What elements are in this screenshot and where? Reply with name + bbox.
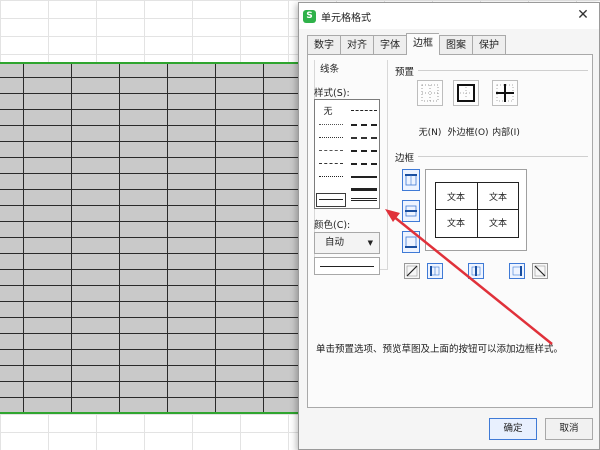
border-none-icon [421,84,439,102]
preset-outline-label: 外边框(O) [447,128,489,138]
cancel-button[interactable]: 取消 [545,418,593,440]
line-style-option[interactable] [319,163,343,164]
border-top-button[interactable] [402,169,420,191]
border-left-icon [430,266,440,276]
border-group-label: 边框 [395,153,415,164]
line-style-list[interactable]: 无 [314,99,380,209]
preview-cell-text: 文本 [488,193,507,203]
border-vertical-icon [471,266,481,276]
line-style-option[interactable] [351,198,377,201]
color-label: 颜色(C): [314,220,351,231]
border-right-icon [512,266,522,276]
border-tab-panel: 线条 样式(S): 无 颜色(C): 自动 ▼ 预置 无(N) 外边框(O) 内… [307,54,593,408]
border-middle-button[interactable] [402,200,420,222]
tab-pattern[interactable]: 图案 [439,35,472,55]
app-logo-icon: S [303,10,316,23]
tab-border[interactable]: 边框 [406,33,439,55]
border-outline-icon [457,84,475,102]
border-inside-icon [496,84,514,102]
selected-line-style[interactable] [316,193,346,207]
line-style-option[interactable] [319,137,343,138]
ok-button[interactable]: 确定 [489,418,537,440]
line-style-option[interactable] [351,110,377,111]
tab-font[interactable]: 字体 [373,35,406,55]
diagonal-down-icon [534,265,546,277]
dialog-titlebar[interactable]: S 单元格格式 ✕ [299,3,599,29]
border-bottom-icon [405,236,417,248]
preset-outline-button[interactable] [453,80,479,106]
line-style-option[interactable] [319,124,343,125]
diagonal-up-icon [406,265,418,277]
preview-cell-text: 文本 [488,219,507,229]
border-diagonal-up-button[interactable] [404,263,420,279]
line-style-option[interactable] [351,137,377,139]
dialog-title: 单元格格式 [321,13,371,24]
line-style-option[interactable] [351,124,377,126]
presets-group-label: 预置 [395,67,415,78]
line-style-label: 样式(S): [314,88,350,99]
hint-text: 单击预置选项、预览草图及上面的按钮可以添加边框样式。 [316,344,564,355]
border-diagonal-down-button[interactable] [532,263,548,279]
presets-divider [418,70,588,71]
line-style-option[interactable] [319,176,343,177]
preset-inside-label: 内部(I) [492,128,520,138]
preset-none-button[interactable] [417,80,443,106]
color-dropdown[interactable]: 自动 ▼ [314,232,380,254]
format-cells-dialog: S 单元格格式 ✕ 数字 对齐 字体 边框 图案 保护 线条 样式(S): 无 [298,2,600,450]
border-left-button[interactable] [427,263,443,279]
line-style-option[interactable] [351,176,377,178]
color-line-preview [314,257,380,275]
dropdown-arrow-icon: ▼ [367,239,373,247]
lines-group-label: 线条 [318,61,342,75]
border-top-icon [405,174,417,186]
color-dropdown-value: 自动 [325,237,345,248]
preview-cell-text: 文本 [446,219,465,229]
line-style-option[interactable] [351,188,377,191]
border-right-button[interactable] [509,263,525,279]
border-divider [418,156,588,157]
preview-horizontal-line [436,209,518,210]
tab-number[interactable]: 数字 [307,35,340,55]
line-style-option[interactable] [319,150,343,151]
border-horizontal-icon [405,205,417,217]
tab-protection[interactable]: 保护 [472,35,506,55]
close-icon[interactable]: ✕ [575,7,591,23]
line-style-option[interactable] [351,163,377,165]
dialog-tabs: 数字 对齐 字体 边框 图案 保护 [307,33,506,55]
preset-inside-button[interactable] [492,80,518,106]
selected-cell-range[interactable] [0,62,305,414]
tab-alignment[interactable]: 对齐 [340,35,373,55]
preview-vertical-line [477,183,478,237]
line-style-option[interactable] [351,150,377,152]
preview-cell-text: 文本 [446,193,465,203]
border-center-vertical-button[interactable] [468,263,484,279]
line-style-none[interactable]: 无 [319,104,337,117]
border-preview[interactable]: 文本 文本 文本 文本 [425,169,527,251]
preview-table[interactable]: 文本 文本 文本 文本 [435,182,519,238]
border-bottom-button[interactable] [402,231,420,253]
